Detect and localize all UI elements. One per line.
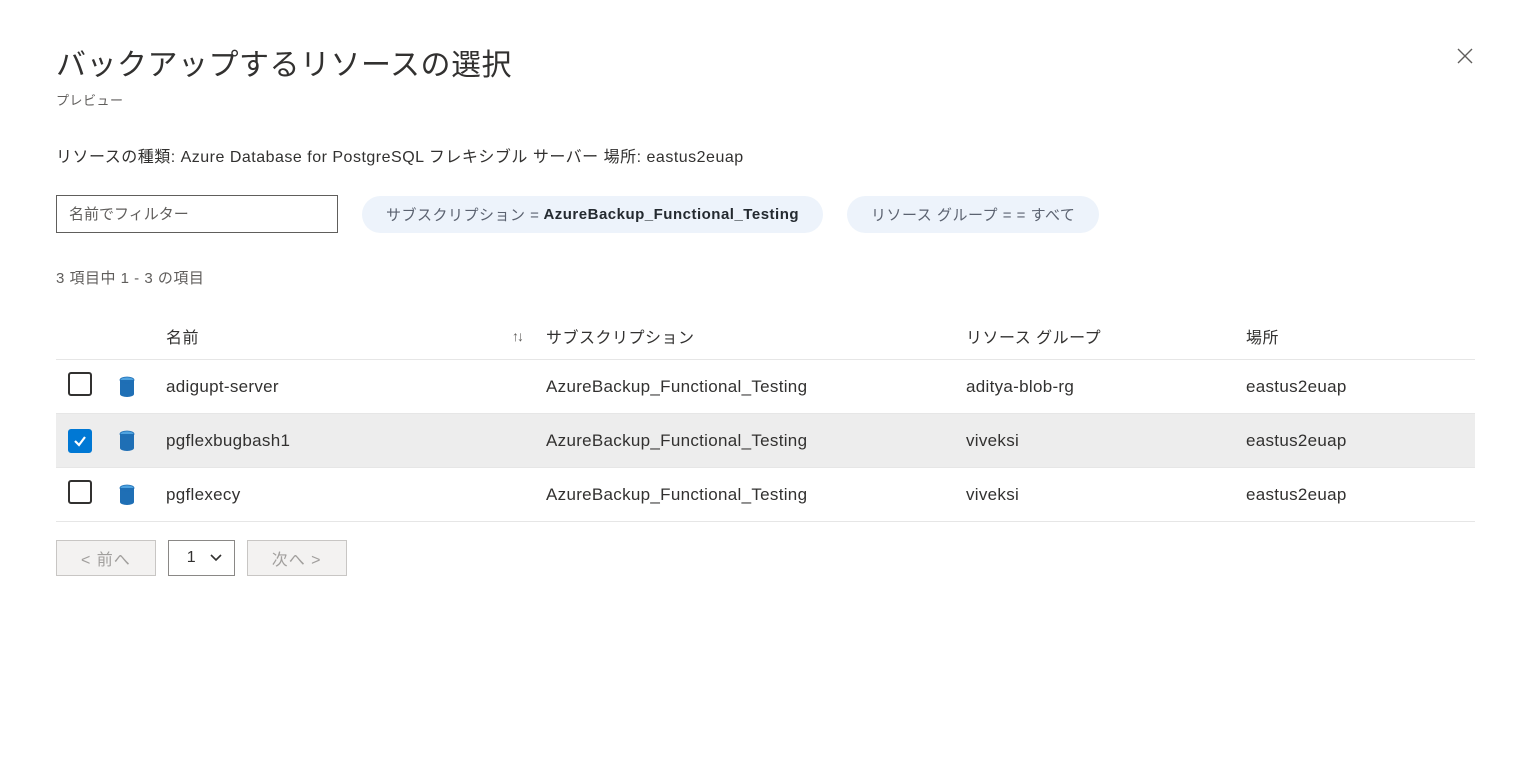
- preview-label: プレビュー: [56, 90, 512, 109]
- items-count: 3 項目中 1 - 3 の項目: [56, 267, 1475, 288]
- cell-subscription: AzureBackup_Functional_Testing: [546, 485, 966, 505]
- col-resource-group[interactable]: リソース グループ: [966, 324, 1246, 348]
- cell-subscription: AzureBackup_Functional_Testing: [546, 431, 966, 451]
- database-icon: [118, 484, 166, 506]
- cell-location: eastus2euap: [1246, 485, 1469, 505]
- resources-table: 名前 ↑↓ サブスクリプション リソース グループ 場所 adigupt-ser…: [56, 312, 1475, 522]
- prev-button[interactable]: < 前へ: [56, 540, 156, 576]
- cell-location: eastus2euap: [1246, 431, 1469, 451]
- sort-icon[interactable]: ↑↓: [512, 328, 546, 344]
- database-icon: [118, 376, 166, 398]
- name-filter-input[interactable]: [56, 195, 338, 233]
- table-row[interactable]: pgflexecy AzureBackup_Functional_Testing…: [56, 468, 1475, 522]
- next-button[interactable]: 次へ >: [247, 540, 347, 576]
- col-name-label: 名前: [166, 324, 199, 348]
- cell-resource-group: aditya-blob-rg: [966, 377, 1246, 397]
- row-checkbox[interactable]: [68, 372, 92, 396]
- page-number: 1: [187, 549, 196, 567]
- page-select[interactable]: 1: [168, 540, 235, 576]
- close-icon[interactable]: [1455, 46, 1475, 70]
- row-checkbox[interactable]: [68, 429, 92, 453]
- cell-location: eastus2euap: [1246, 377, 1469, 397]
- col-subscription[interactable]: サブスクリプション: [546, 324, 966, 348]
- cell-name: pgflexbugbash1: [166, 431, 546, 451]
- cell-name: adigupt-server: [166, 377, 546, 397]
- cell-resource-group: viveksi: [966, 431, 1246, 451]
- pagination: < 前へ 1 次へ >: [56, 540, 1475, 576]
- row-checkbox[interactable]: [68, 480, 92, 504]
- cell-subscription: AzureBackup_Functional_Testing: [546, 377, 966, 397]
- select-resources-panel: バックアップするリソースの選択 プレビュー リソースの種類: Azure Dat…: [0, 0, 1531, 576]
- col-name[interactable]: 名前 ↑↓: [166, 324, 546, 348]
- col-location[interactable]: 場所: [1246, 324, 1469, 348]
- table-row[interactable]: pgflexbugbash1 AzureBackup_Functional_Te…: [56, 414, 1475, 468]
- subscription-pill-label: サブスクリプション =: [386, 204, 539, 225]
- subscription-filter-pill[interactable]: サブスクリプション = AzureBackup_Functional_Testi…: [362, 196, 823, 233]
- filters-row: サブスクリプション = AzureBackup_Functional_Testi…: [56, 195, 1475, 233]
- cell-name: pgflexecy: [166, 485, 546, 505]
- resource-type-line: リソースの種類: Azure Database for PostgreSQL フ…: [56, 143, 1475, 167]
- resourcegroup-filter-pill[interactable]: リソース グループ = = すべて: [847, 196, 1099, 233]
- page-title: バックアップするリソースの選択: [56, 40, 512, 84]
- subscription-pill-value: AzureBackup_Functional_Testing: [543, 206, 799, 223]
- title-row: バックアップするリソースの選択 プレビュー: [56, 40, 1475, 109]
- table-header: 名前 ↑↓ サブスクリプション リソース グループ 場所: [56, 312, 1475, 360]
- table-row[interactable]: adigupt-server AzureBackup_Functional_Te…: [56, 360, 1475, 414]
- chevron-down-icon: [210, 551, 222, 565]
- cell-resource-group: viveksi: [966, 485, 1246, 505]
- database-icon: [118, 430, 166, 452]
